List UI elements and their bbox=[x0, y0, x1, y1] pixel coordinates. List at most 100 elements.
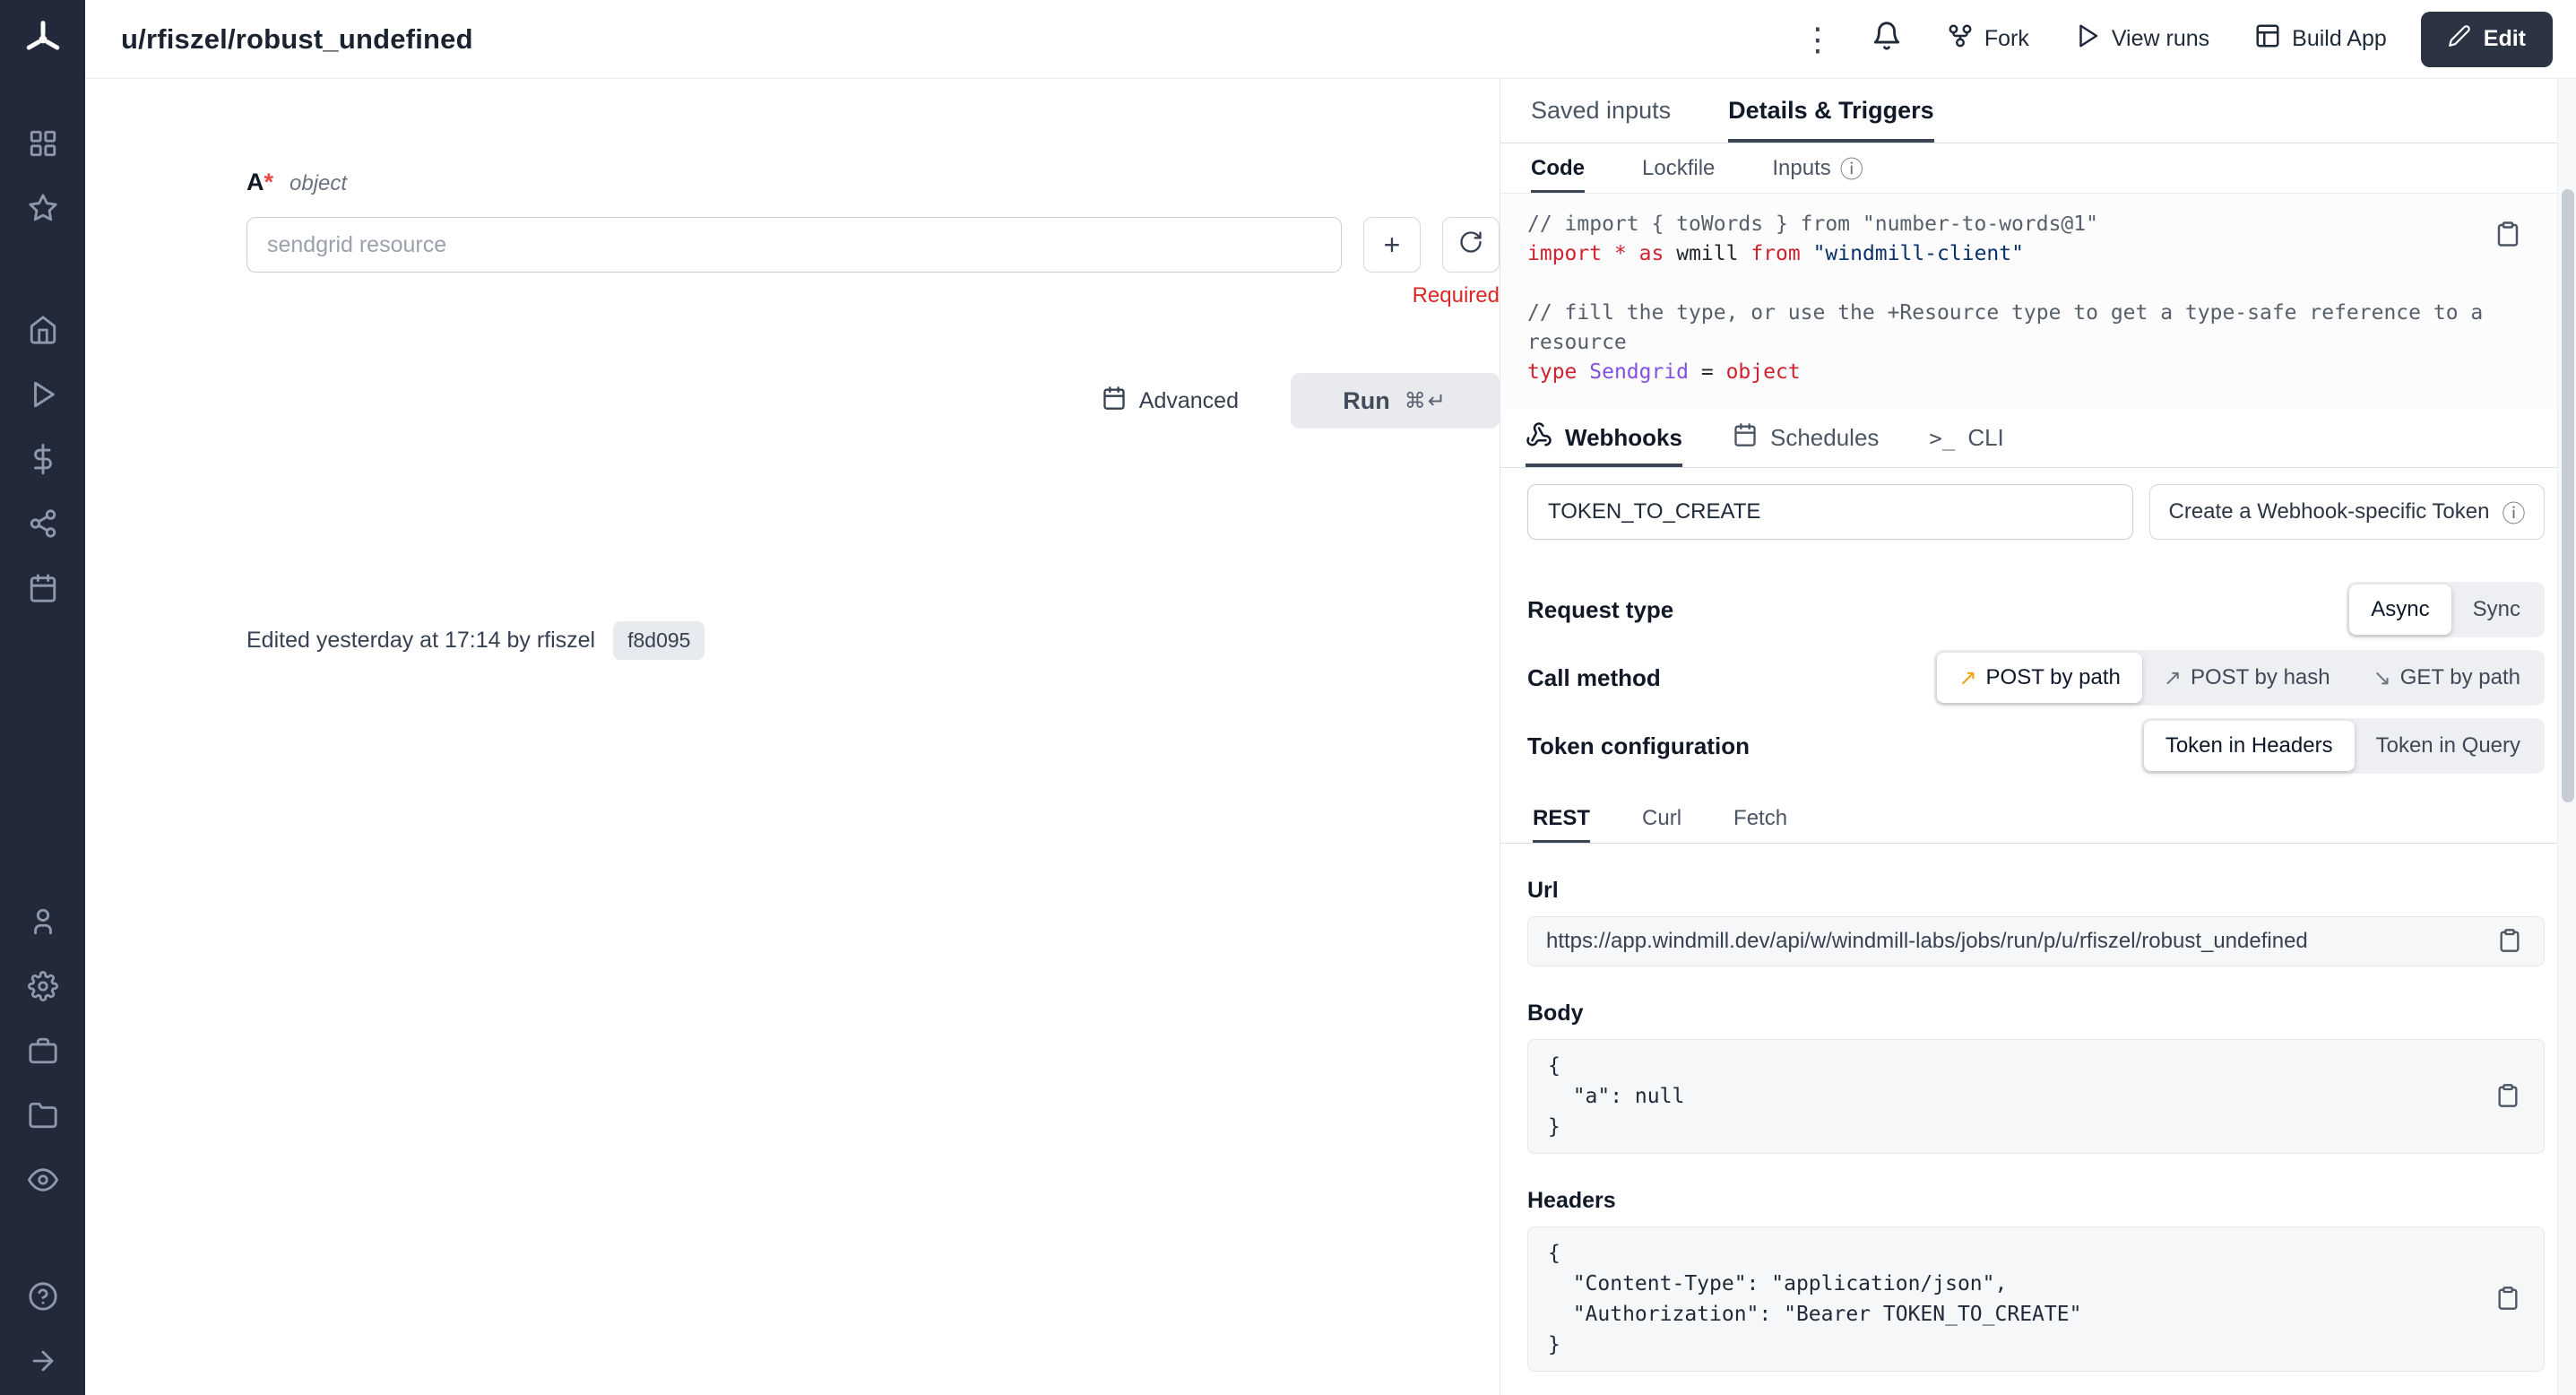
panel-scrollbar[interactable] bbox=[2557, 79, 2576, 1395]
create-token-label: Create a Webhook-specific Token bbox=[2169, 499, 2490, 524]
argument-input[interactable] bbox=[246, 217, 1342, 273]
sidebar-item-apps[interactable] bbox=[0, 113, 85, 178]
tab-details-triggers[interactable]: Details & Triggers bbox=[1728, 79, 1934, 143]
tab-inputs[interactable]: Inputs ⓘ bbox=[1772, 143, 1863, 193]
form-actions-row: Advanced Run ⌘↵ bbox=[246, 373, 1500, 429]
tab-schedules[interactable]: Schedules bbox=[1733, 409, 1879, 467]
option-async[interactable]: Async bbox=[2349, 585, 2451, 635]
advanced-button[interactable]: Advanced bbox=[1089, 377, 1251, 426]
gear-icon bbox=[28, 971, 58, 1006]
body-label: Body bbox=[1527, 1001, 2545, 1027]
arrow-right-icon bbox=[28, 1346, 58, 1381]
terminal-icon: >_ bbox=[1929, 426, 1955, 451]
eye-icon bbox=[28, 1165, 58, 1200]
refresh-icon bbox=[1458, 229, 1483, 262]
option-token-in-query[interactable]: Token in Query bbox=[2355, 721, 2542, 771]
sidebar-group-bottom bbox=[0, 1266, 85, 1395]
required-note: Required bbox=[246, 283, 1500, 308]
fork-label: Fork bbox=[1984, 26, 2029, 52]
run-button[interactable]: Run ⌘↵ bbox=[1291, 373, 1500, 429]
notifications-button[interactable] bbox=[1861, 12, 1913, 66]
post-by-hash-label: POST by hash bbox=[2191, 665, 2330, 690]
tab-saved-inputs[interactable]: Saved inputs bbox=[1531, 79, 1671, 143]
arrow-up-right-icon: ↗ bbox=[1958, 665, 1976, 691]
sidebar-group-admin bbox=[0, 891, 85, 1214]
tab-curl[interactable]: Curl bbox=[1642, 793, 1681, 843]
option-get-by-path[interactable]: ↘ GET by path bbox=[2352, 653, 2542, 703]
calendar-icon bbox=[28, 573, 58, 608]
option-token-in-headers[interactable]: Token in Headers bbox=[2144, 721, 2355, 771]
copy-url-button[interactable] bbox=[2494, 924, 2526, 959]
tab-webhooks[interactable]: Webhooks bbox=[1526, 409, 1682, 467]
token-configuration-row: Token configuration Token in Headers Tok… bbox=[1527, 718, 2545, 774]
copy-code-button[interactable] bbox=[2491, 217, 2525, 254]
schedules-label: Schedules bbox=[1770, 424, 1879, 452]
sidebar-item-workers[interactable] bbox=[0, 1020, 85, 1085]
build-app-button[interactable]: Build App bbox=[2243, 13, 2398, 65]
tab-cli[interactable]: >_ CLI bbox=[1929, 409, 2003, 467]
sidebar-item-favorites[interactable] bbox=[0, 178, 85, 242]
build-app-label: Build App bbox=[2292, 26, 2387, 52]
sidebar-item-schedules[interactable] bbox=[0, 558, 85, 622]
layout-grid-icon bbox=[2254, 22, 2281, 56]
sidebar-collapse-toggle[interactable] bbox=[0, 1330, 85, 1395]
windmill-logo[interactable] bbox=[0, 16, 85, 63]
clipboard-icon bbox=[2495, 1286, 2520, 1313]
home-icon bbox=[28, 315, 58, 350]
field-label-row: A* object bbox=[246, 169, 1500, 199]
copy-body-button[interactable] bbox=[2492, 1079, 2524, 1114]
sidebar-item-folders[interactable] bbox=[0, 1085, 85, 1149]
scrollbar-thumb[interactable] bbox=[2562, 189, 2574, 802]
sidebar-item-home[interactable] bbox=[0, 299, 85, 364]
view-runs-button[interactable]: View runs bbox=[2063, 13, 2220, 65]
token-input[interactable] bbox=[1527, 484, 2133, 540]
trigger-tab-bar: Webhooks Schedules >_ CLI bbox=[1500, 409, 2557, 468]
webhooks-label: Webhooks bbox=[1565, 424, 1682, 452]
git-fork-icon bbox=[1947, 22, 1974, 56]
code-preview: // import { toWords } from "number-to-wo… bbox=[1500, 194, 2557, 409]
tab-rest[interactable]: REST bbox=[1533, 793, 1590, 843]
add-property-button[interactable]: + bbox=[1363, 217, 1421, 273]
sidebar-item-settings[interactable] bbox=[0, 956, 85, 1020]
tab-lockfile[interactable]: Lockfile bbox=[1642, 143, 1715, 193]
headers-label: Headers bbox=[1527, 1188, 2545, 1214]
advanced-label: Advanced bbox=[1139, 388, 1239, 414]
apps-grid-icon bbox=[28, 128, 58, 163]
tab-fetch[interactable]: Fetch bbox=[1733, 793, 1787, 843]
copy-headers-button[interactable] bbox=[2492, 1282, 2524, 1317]
edit-button[interactable]: Edit bbox=[2421, 12, 2553, 67]
main-area: u/rfiszel/robust_undefined ⋮ Fork View r… bbox=[85, 0, 2576, 1395]
briefcase-icon bbox=[28, 1035, 58, 1070]
required-asterisk: * bbox=[264, 169, 274, 196]
sidebar-item-audit-logs[interactable] bbox=[0, 1149, 85, 1214]
create-webhook-token-button[interactable]: Create a Webhook-specific Token ⓘ bbox=[2149, 484, 2545, 540]
option-sync[interactable]: Sync bbox=[2451, 585, 2542, 635]
arrow-down-right-icon: ↘ bbox=[2373, 665, 2391, 691]
request-type-toggle: Async Sync bbox=[2347, 582, 2545, 637]
view-runs-label: View runs bbox=[2112, 26, 2209, 52]
details-tab-bar: Saved inputs Details & Triggers bbox=[1500, 79, 2557, 143]
clipboard-icon bbox=[2494, 221, 2521, 250]
help-circle-icon bbox=[28, 1281, 58, 1316]
star-icon bbox=[28, 193, 58, 228]
fork-button[interactable]: Fork bbox=[1936, 13, 2040, 65]
code-tab-bar: Code Lockfile Inputs ⓘ bbox=[1500, 143, 2557, 194]
more-options-button[interactable]: ⋮ bbox=[1798, 14, 1837, 65]
sidebar-item-help[interactable] bbox=[0, 1266, 85, 1330]
get-by-path-label: GET by path bbox=[2400, 665, 2520, 690]
option-post-by-path[interactable]: ↗ POST by path bbox=[1937, 653, 2141, 703]
option-post-by-hash[interactable]: ↗ POST by hash bbox=[2142, 653, 2352, 703]
call-method-label: Call method bbox=[1527, 664, 1661, 692]
run-form-panel: A* object + Required Advanced bbox=[85, 79, 1500, 1395]
sidebar-item-runs[interactable] bbox=[0, 364, 85, 429]
webhook-url-field: https://app.windmill.dev/api/w/windmill-… bbox=[1527, 916, 2545, 966]
tab-code[interactable]: Code bbox=[1531, 143, 1585, 193]
reset-button[interactable] bbox=[1442, 217, 1500, 273]
sidebar-item-flows[interactable] bbox=[0, 493, 85, 558]
code-block: // import { toWords } from "number-to-wo… bbox=[1527, 210, 2527, 387]
webhook-url: https://app.windmill.dev/api/w/windmill-… bbox=[1546, 929, 2479, 954]
sidebar bbox=[0, 0, 85, 1395]
request-type-row: Request type Async Sync bbox=[1527, 582, 2545, 637]
sidebar-item-users[interactable] bbox=[0, 891, 85, 956]
sidebar-item-variables[interactable] bbox=[0, 429, 85, 493]
